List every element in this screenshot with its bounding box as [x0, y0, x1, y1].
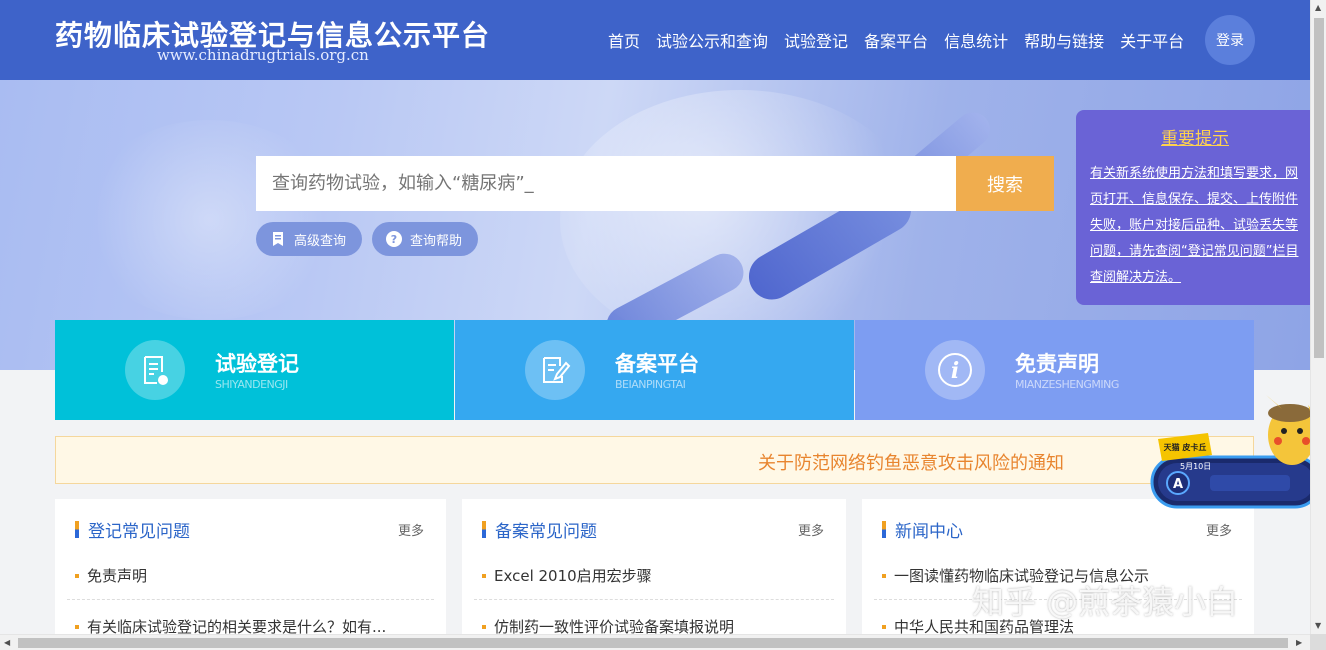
divider	[474, 599, 834, 600]
panel-title[interactable]: 备案常见问题	[495, 517, 597, 542]
nav-home[interactable]: 首页	[608, 28, 640, 52]
phishing-notice-link[interactable]: 关于防范网络钓鱼恶意攻击风险的通知	[758, 449, 1064, 475]
info-icon: i	[925, 340, 985, 400]
list-item[interactable]: Excel 2010启用宏步骤	[482, 565, 652, 586]
nav-help-links[interactable]: 帮助与链接	[1024, 28, 1104, 52]
faq-filing-panel: 备案常见问题 更多 Excel 2010启用宏步骤 仿制药一致性评价试验备案填报…	[462, 499, 846, 639]
panel-header: 登记常见问题	[75, 517, 190, 542]
bullet	[482, 573, 486, 578]
horizontal-scroll-thumb[interactable]	[18, 638, 1288, 648]
tile-trial-register[interactable]: 试验登记 SHIYANDENGJI	[55, 320, 454, 420]
scroll-up-arrow-icon[interactable]: ▲	[1315, 3, 1321, 12]
bullet	[75, 573, 79, 578]
tile-subtitle: SHIYANDENGJI	[215, 378, 288, 391]
tile-subtitle: MIANZESHENGMING	[1015, 378, 1119, 391]
panel-marker	[75, 521, 79, 538]
tile-title: 免责声明	[1015, 352, 1099, 376]
scroll-right-arrow-icon[interactable]: ▶	[1296, 638, 1302, 647]
search-help-button[interactable]: ? 查询帮助	[372, 222, 479, 256]
more-link[interactable]: 更多	[798, 520, 824, 539]
horizontal-scrollbar[interactable]: ◀ ▶	[0, 634, 1310, 650]
nav-statistics[interactable]: 信息统计	[944, 28, 1008, 52]
list-item[interactable]: 免责声明	[75, 565, 147, 586]
panel-title[interactable]: 登记常见问题	[88, 517, 190, 542]
important-notice-panel: 重要提示 有关新系统使用方法和填写要求，网页打开、信息保存、提交、上传附件失败，…	[1076, 110, 1310, 305]
panel-header: 新闻中心	[882, 517, 963, 542]
notice-title[interactable]: 重要提示	[1090, 124, 1300, 149]
nav-trial-query[interactable]: 试验公示和查询	[656, 28, 768, 52]
site-url: www.chinadrugtrials.org.cn	[157, 46, 369, 64]
more-link[interactable]: 更多	[1206, 520, 1232, 539]
banner-glow	[80, 120, 340, 320]
bullet	[882, 624, 886, 629]
bullet	[882, 573, 886, 578]
login-button[interactable]: 登录	[1205, 15, 1255, 65]
main-nav: 首页 试验公示和查询 试验登记 备案平台 信息统计 帮助与链接 关于平台	[600, 0, 1192, 80]
scroll-left-arrow-icon[interactable]: ◀	[4, 638, 10, 647]
list-item-text: Excel 2010启用宏步骤	[494, 567, 652, 585]
notice-body[interactable]: 有关新系统使用方法和填写要求，网页打开、信息保存、提交、上传附件失败，账户对接后…	[1090, 161, 1300, 291]
advanced-search-label: 高级查询	[294, 233, 347, 249]
panel-header: 备案常见问题	[482, 517, 597, 542]
tile-filing-platform[interactable]: 备案平台 BEIANPINGTAI	[455, 320, 854, 420]
search-input[interactable]	[272, 173, 956, 194]
svg-text:A: A	[1173, 477, 1183, 492]
vertical-scrollbar[interactable]: ▲ ▼	[1310, 0, 1326, 634]
tile-title: 试验登记	[215, 352, 299, 376]
advanced-search-button[interactable]: 高级查询	[256, 222, 363, 256]
search-button[interactable]: 搜索	[956, 156, 1054, 211]
document-edit-icon	[125, 340, 185, 400]
faq-register-panel: 登记常见问题 更多 免责声明 有关临床试验登记的相关要求是什么？如有...	[55, 499, 446, 639]
ad-badge-text: 天猫 皮卡丘	[1164, 442, 1207, 452]
tile-subtitle: BEIANPINGTAI	[615, 378, 686, 391]
question-icon: ?	[386, 231, 402, 247]
panel-marker	[482, 521, 486, 538]
tile-title: 备案平台	[615, 352, 699, 376]
vertical-scroll-thumb[interactable]	[1314, 18, 1324, 358]
nav-about[interactable]: 关于平台	[1120, 28, 1184, 52]
panel-marker	[882, 521, 886, 538]
more-link[interactable]: 更多	[398, 520, 424, 539]
panel-title[interactable]: 新闻中心	[895, 517, 963, 542]
bookmark-icon	[270, 231, 286, 247]
list-item-text: 免责声明	[87, 567, 148, 585]
search-box	[256, 156, 956, 211]
floating-ad[interactable]: 天猫 皮卡丘 5月10日 A	[1150, 395, 1326, 525]
zhihu-watermark: 知乎 @煎茶猿小白	[972, 583, 1239, 621]
nav-filing-platform[interactable]: 备案平台	[864, 28, 928, 52]
scroll-down-arrow-icon[interactable]: ▼	[1315, 621, 1321, 630]
top-header: 药物临床试验登记与信息公示平台 www.chinadrugtrials.org.…	[0, 0, 1310, 80]
pen-paper-icon	[525, 340, 585, 400]
scrollbar-corner	[1310, 634, 1326, 650]
search-help-label: 查询帮助	[410, 233, 463, 249]
nav-trial-register[interactable]: 试验登记	[784, 28, 848, 52]
svg-text:?: ?	[391, 233, 397, 246]
divider	[67, 599, 434, 600]
bullet	[482, 624, 486, 629]
ad-date-text: 5月10日	[1180, 462, 1211, 471]
svg-text:i: i	[951, 358, 959, 384]
bullet	[75, 624, 79, 629]
scrolling-notice-bar: 关于防范网络钓鱼恶意攻击风险的通知	[55, 436, 1254, 484]
